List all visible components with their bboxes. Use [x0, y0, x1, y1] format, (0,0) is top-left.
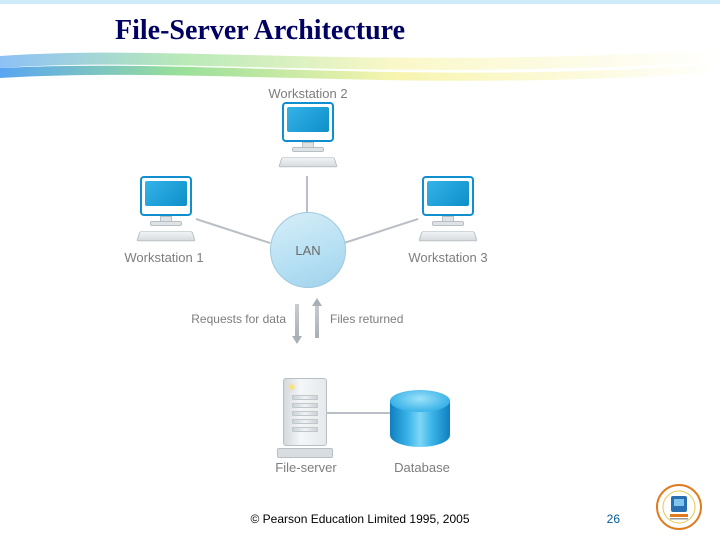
- return-label: Files returned: [330, 312, 450, 326]
- page-number: 26: [607, 512, 620, 526]
- connection-ws2-lan: [306, 176, 308, 216]
- organization-logo: [656, 484, 702, 530]
- computer-icon: [422, 176, 474, 216]
- database-label: Database: [372, 460, 472, 475]
- file-server: [283, 378, 327, 452]
- lan-node: LAN: [270, 212, 346, 288]
- arrow-return-up: [312, 298, 322, 344]
- connection-ws3-lan: [344, 218, 419, 244]
- connection-ws1-lan: [196, 218, 271, 244]
- connection-server-db: [326, 412, 390, 414]
- architecture-diagram: LAN Workstation 1 Workstation 2 Workstat…: [100, 90, 520, 470]
- fileserver-label: File-server: [256, 460, 356, 475]
- server-icon: [283, 378, 327, 446]
- workstation-3-label: Workstation 3: [398, 250, 498, 265]
- computer-icon: [140, 176, 192, 216]
- page-title: File-Server Architecture: [115, 15, 405, 47]
- workstation-2: [272, 102, 344, 172]
- workstation-1: [130, 176, 202, 246]
- slide: File-Server Architecture LAN Workstation…: [0, 0, 720, 540]
- request-label: Requests for data: [176, 312, 286, 326]
- workstation-2-label: Workstation 2: [258, 86, 358, 101]
- arrow-request-down: [292, 298, 302, 344]
- database: [390, 390, 450, 452]
- workstation-1-label: Workstation 1: [114, 250, 214, 265]
- workstation-3: [412, 176, 484, 246]
- lan-label: LAN: [295, 243, 320, 258]
- computer-icon: [282, 102, 334, 142]
